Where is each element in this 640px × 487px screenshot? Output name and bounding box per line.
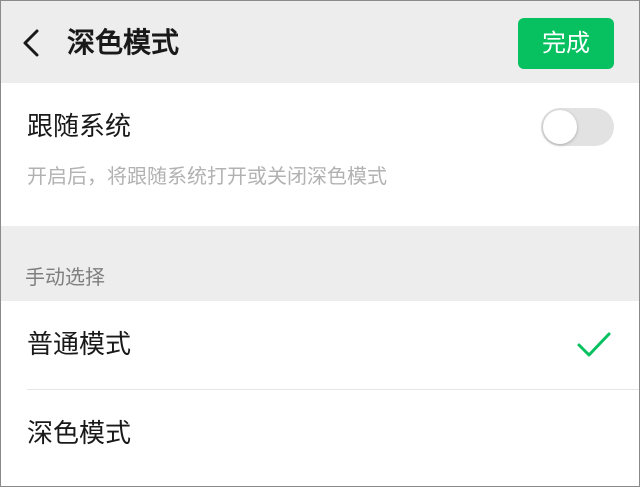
follow-system-label: 跟随系统 (27, 112, 132, 142)
page-title: 深色模式 (67, 26, 180, 59)
option-label: 普通模式 (27, 330, 132, 360)
navigation-bar: 深色模式 完成 (1, 1, 639, 83)
follow-system-hint: 开启后，将跟随系统打开或关闭深色模式 (27, 164, 387, 188)
dark-mode-settings-page: 深色模式 完成 跟随系统 开启后，将跟随系统打开或关闭深色模式 手动选择 普通模… (0, 0, 640, 487)
toggle-knob (543, 110, 577, 144)
mode-options-list: 普通模式 深色模式 (1, 301, 639, 486)
chevron-left-icon (23, 29, 39, 57)
checkmark-icon (576, 331, 612, 359)
back-button[interactable] (15, 25, 51, 61)
follow-system-toggle[interactable] (541, 108, 614, 146)
option-label: 深色模式 (27, 419, 132, 449)
done-button[interactable]: 完成 (518, 18, 614, 69)
manual-selection-header: 手动选择 (25, 265, 105, 289)
option-normal-mode[interactable]: 普通模式 (1, 301, 639, 390)
option-dark-mode[interactable]: 深色模式 (1, 390, 639, 478)
follow-system-card: 跟随系统 开启后，将跟随系统打开或关闭深色模式 (1, 83, 639, 226)
